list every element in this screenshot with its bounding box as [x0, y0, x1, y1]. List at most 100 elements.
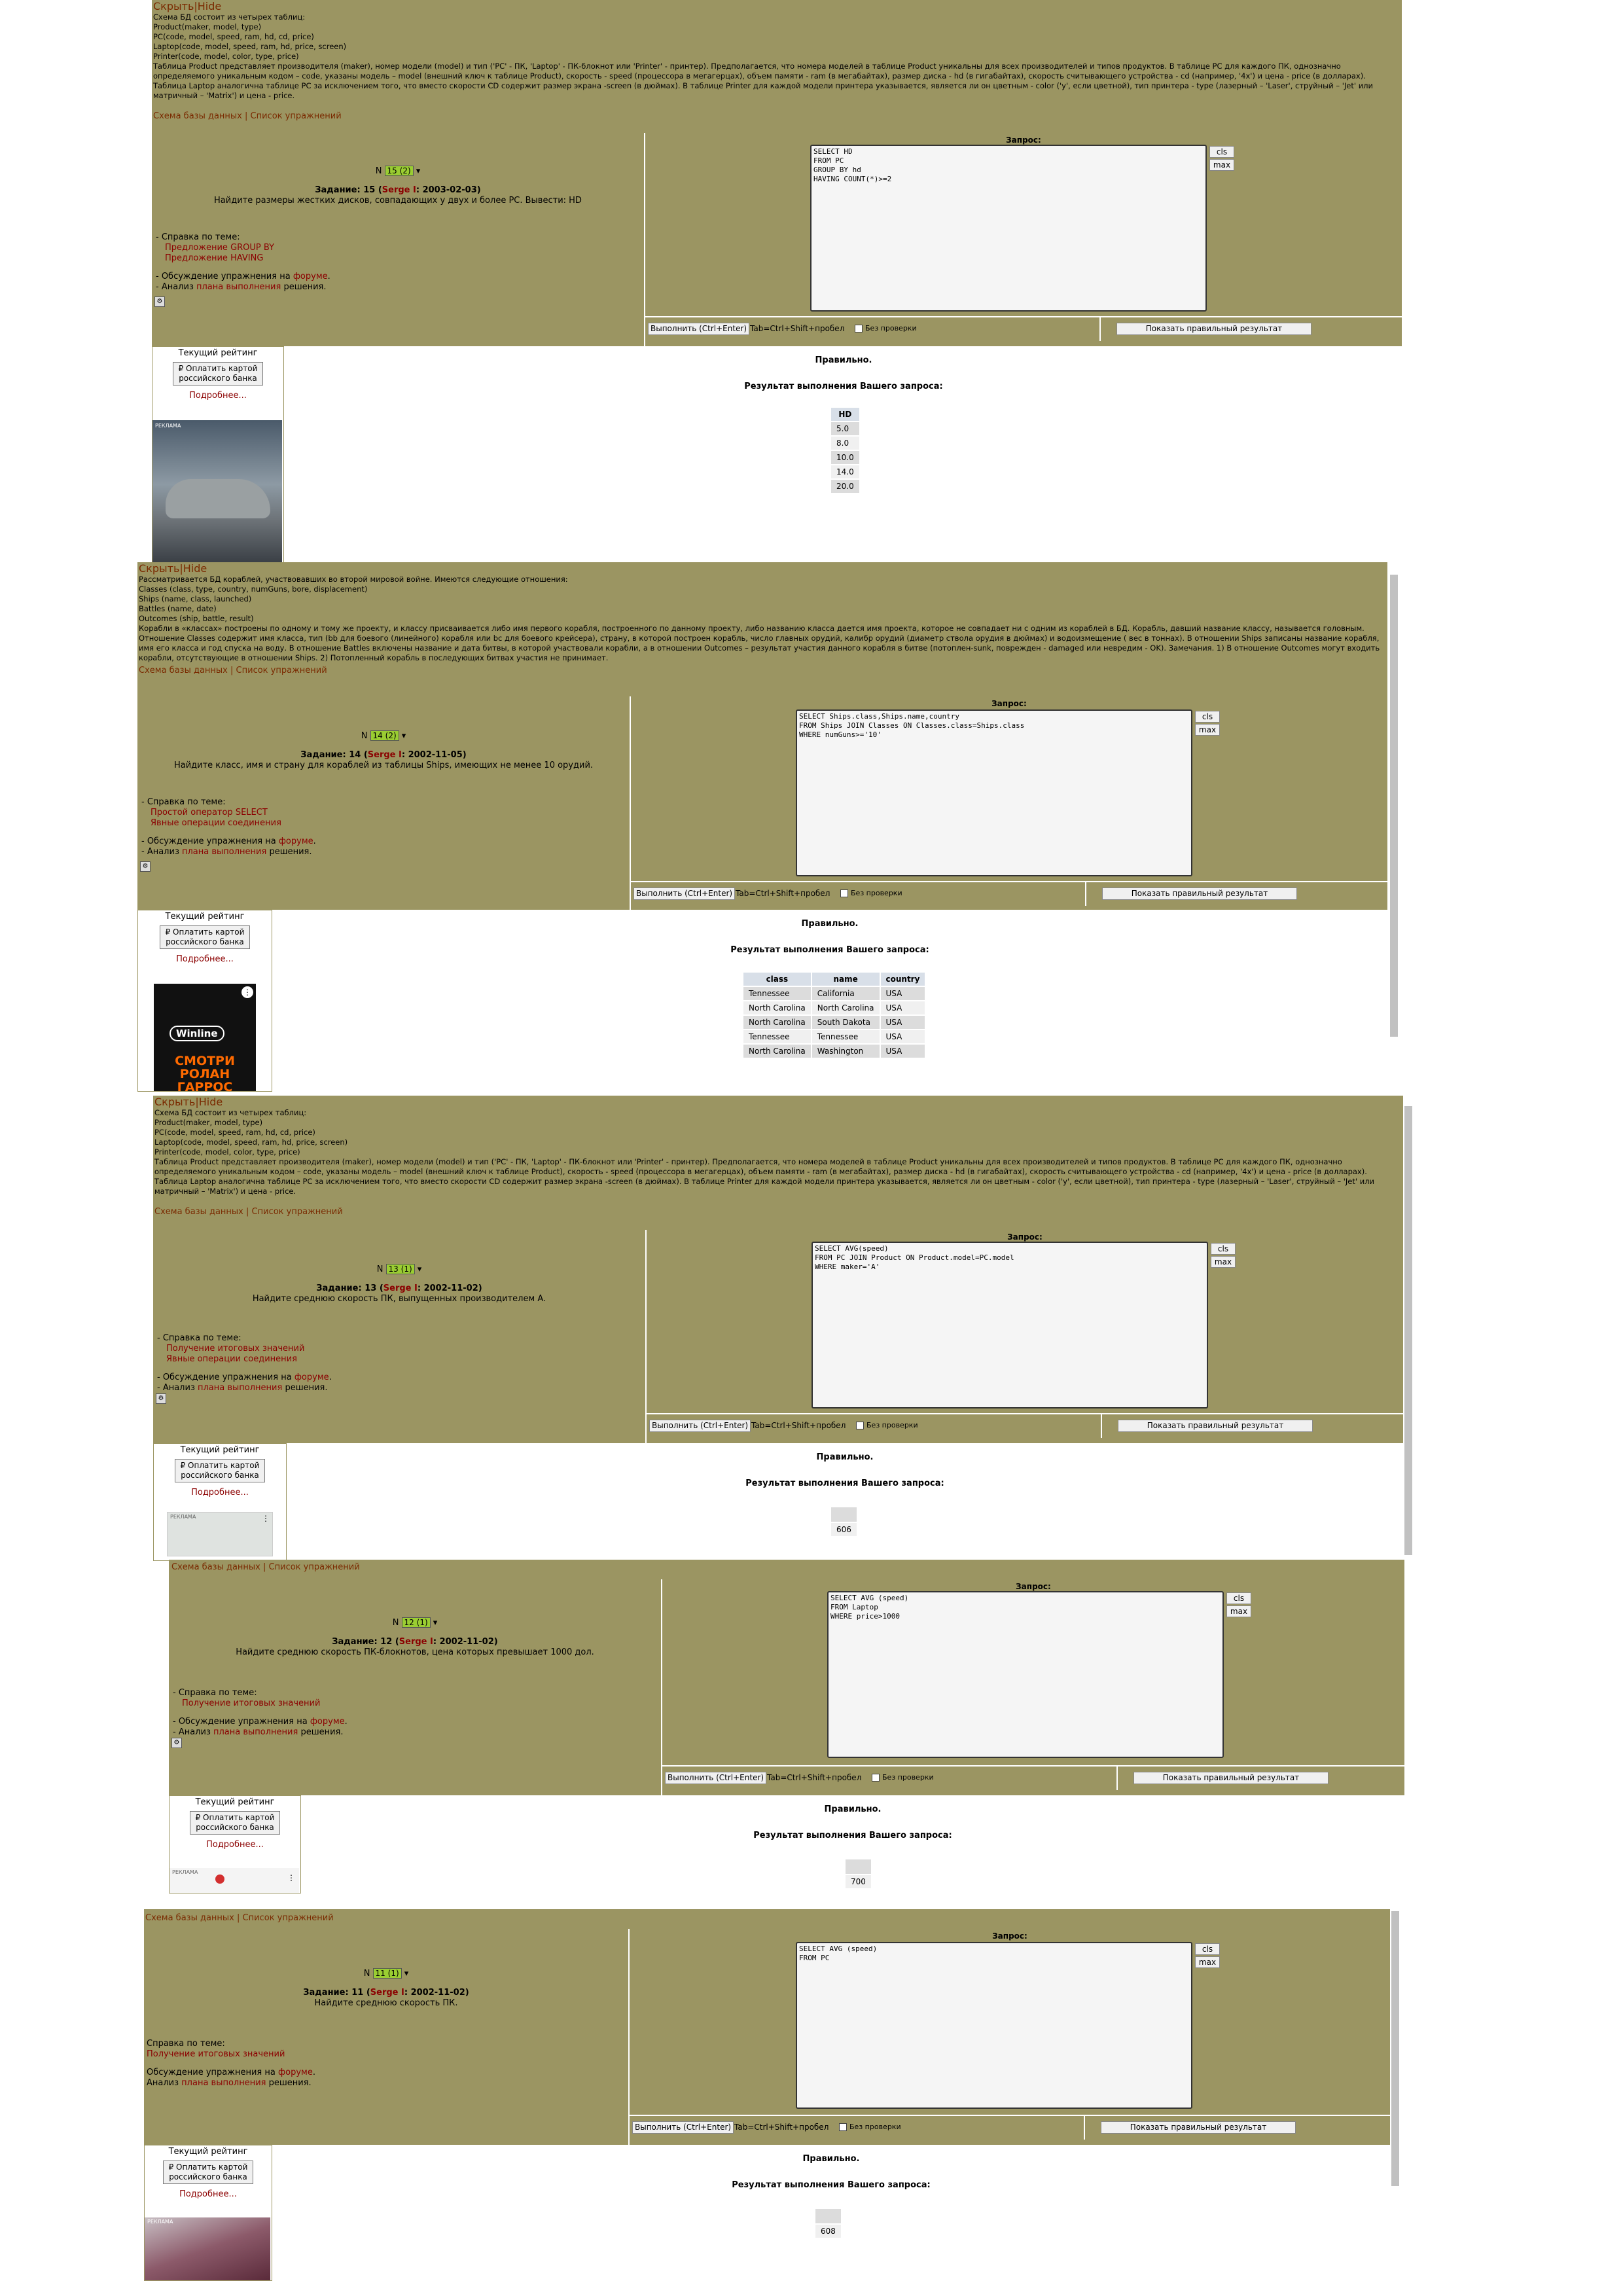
plan-link[interactable]: плана выполнения: [213, 1727, 298, 1737]
more-link[interactable]: Подробнее...: [169, 1840, 300, 1850]
cls-button[interactable]: cls: [1195, 1943, 1220, 1955]
max-button[interactable]: max: [1226, 1605, 1251, 1617]
plan-link[interactable]: плана выполнения: [182, 847, 266, 857]
cls-button[interactable]: cls: [1226, 1592, 1251, 1604]
max-button[interactable]: max: [1195, 1956, 1220, 1968]
max-button[interactable]: max: [1209, 159, 1234, 171]
cls-button[interactable]: cls: [1209, 146, 1234, 158]
more-link[interactable]: Подробнее...: [152, 391, 283, 401]
help-link[interactable]: Получение итоговых значений: [147, 2049, 315, 2060]
show-correct-button[interactable]: Показать правильный результат: [1102, 888, 1297, 900]
help-link[interactable]: Явные операции соединения: [151, 818, 316, 829]
more-link[interactable]: Подробнее...: [154, 1488, 286, 1498]
help-link[interactable]: Предложение HAVING: [165, 253, 330, 264]
exercises-link[interactable]: Список упражнений: [252, 1207, 343, 1217]
plan-link[interactable]: плана выполнения: [196, 282, 281, 292]
no-check-checkbox[interactable]: Без проверки: [839, 2123, 901, 2131]
task-select[interactable]: 14 (2): [370, 730, 399, 741]
run-button[interactable]: Выполнить (Ctrl+Enter): [648, 323, 750, 335]
forum-link[interactable]: форуме: [293, 272, 328, 281]
ad-image[interactable]: РЕКЛАМА: [152, 420, 282, 563]
more-options-icon[interactable]: ⋮: [262, 1514, 270, 1523]
help-link[interactable]: Простой оператор SELECT: [151, 808, 316, 818]
sql-editor[interactable]: SELECT Ships.class,Ships.name,country FR…: [796, 709, 1192, 876]
task-select[interactable]: 11 (1): [372, 1968, 402, 1979]
cls-button[interactable]: cls: [1211, 1243, 1236, 1255]
exercise-grid-13: N 13 (1) ▾ Задание: 13 (Serge I: 2002-11…: [153, 1230, 1403, 1443]
show-correct-button[interactable]: Показать правильный результат: [1116, 323, 1311, 335]
author-link[interactable]: Serge I: [399, 1637, 433, 1647]
more-options-icon[interactable]: ⋮: [287, 1873, 295, 1882]
scrollbar[interactable]: [1404, 1106, 1412, 1555]
run-button[interactable]: Выполнить (Ctrl+Enter): [633, 888, 736, 900]
forum-link[interactable]: форуме: [278, 2068, 313, 2077]
task-select[interactable]: 13 (1): [385, 1264, 415, 1274]
schema-description: Скрыть|Hide Рассматривается БД кораблей,…: [137, 562, 1387, 677]
exercises-link[interactable]: Список упражнений: [269, 1562, 360, 1572]
scrollbar[interactable]: [1391, 1911, 1399, 2186]
settings-icon[interactable]: ⚙: [156, 1393, 166, 1404]
help-link[interactable]: Получение итоговых значений: [166, 1344, 332, 1354]
schema-link[interactable]: Схема базы данных: [139, 666, 228, 675]
show-correct-button[interactable]: Показать правильный результат: [1118, 1420, 1313, 1432]
show-correct-button[interactable]: Показать правильный результат: [1133, 1772, 1329, 1784]
ad-image[interactable]: РЕКЛАМА: [145, 2217, 270, 2280]
author-link[interactable]: Serge I: [368, 750, 402, 760]
schema-line: Printer(code, model, color, type, price): [153, 52, 299, 61]
schema-link[interactable]: Схема базы данных: [145, 1913, 234, 1923]
hide-link[interactable]: Скрыть|Hide: [139, 562, 207, 575]
pay-button[interactable]: ₽ Оплатить картой российского банка: [163, 2161, 253, 2184]
exercises-link[interactable]: Список упражнений: [236, 666, 327, 675]
more-link[interactable]: Подробнее...: [145, 2189, 272, 2199]
pay-button[interactable]: ₽ Оплатить картой российского банка: [175, 1459, 265, 1482]
more-link[interactable]: Подробнее...: [138, 954, 272, 964]
sql-editor[interactable]: SELECT AVG(speed) FROM PC JOIN Product O…: [812, 1242, 1208, 1408]
scrollbar[interactable]: [1390, 575, 1398, 1037]
sql-editor[interactable]: SELECT AVG (speed) FROM Laptop WHERE pri…: [827, 1591, 1224, 1758]
help-link[interactable]: Явные операции соединения: [166, 1354, 332, 1365]
sql-editor[interactable]: SELECT AVG (speed) FROM PC: [796, 1942, 1192, 2109]
plan-link[interactable]: плана выполнения: [181, 2078, 266, 2088]
schema-link[interactable]: Схема базы данных: [153, 111, 242, 121]
help-link[interactable]: Получение итоговых значений: [182, 1698, 348, 1709]
more-options-icon[interactable]: ⋮: [241, 986, 253, 998]
tab-hint: Tab=Ctrl+Shift+пробел: [736, 889, 830, 898]
task-select[interactable]: 15 (2): [384, 166, 414, 176]
forum-link[interactable]: форуме: [310, 1717, 345, 1727]
forum-link[interactable]: форуме: [279, 836, 313, 846]
run-button[interactable]: Выполнить (Ctrl+Enter): [649, 1420, 751, 1432]
show-correct-button[interactable]: Показать правильный результат: [1101, 2121, 1296, 2134]
ad-image[interactable]: РЕКЛАМА ⋮: [169, 1868, 299, 1893]
max-button[interactable]: max: [1211, 1256, 1236, 1268]
no-check-checkbox[interactable]: Без проверки: [855, 324, 917, 332]
pay-button[interactable]: ₽ Оплатить картой российского банка: [160, 925, 250, 949]
schema-link[interactable]: Схема базы данных: [171, 1562, 260, 1572]
schema-link[interactable]: Схема базы данных: [154, 1207, 243, 1217]
task-select[interactable]: 12 (1): [401, 1617, 431, 1628]
max-button[interactable]: max: [1195, 724, 1220, 736]
settings-icon[interactable]: ⚙: [171, 1738, 182, 1748]
author-link[interactable]: Serge I: [382, 185, 416, 195]
hide-link[interactable]: Скрыть|Hide: [153, 0, 221, 12]
no-check-checkbox[interactable]: Без проверки: [856, 1421, 918, 1429]
no-check-checkbox[interactable]: Без проверки: [840, 889, 902, 897]
hide-link[interactable]: Скрыть|Hide: [154, 1096, 223, 1108]
pay-button[interactable]: ₽ Оплатить картой российского банка: [190, 1811, 280, 1835]
pay-button[interactable]: ₽ Оплатить картой российского банка: [173, 362, 263, 386]
cls-button[interactable]: cls: [1195, 711, 1220, 723]
author-link[interactable]: Serge I: [370, 1988, 404, 1998]
ad-image[interactable]: Winline СМОТРИ РОЛАН ГАРРОС ⋮: [154, 984, 256, 1094]
exercises-link[interactable]: Список упражнений: [251, 111, 342, 121]
plan-link[interactable]: плана выполнения: [198, 1383, 282, 1393]
run-button[interactable]: Выполнить (Ctrl+Enter): [632, 2121, 734, 2134]
sql-editor[interactable]: SELECT HD FROM PC GROUP BY hd HAVING COU…: [810, 145, 1207, 312]
run-button[interactable]: Выполнить (Ctrl+Enter): [665, 1772, 767, 1784]
no-check-checkbox[interactable]: Без проверки: [872, 1773, 934, 1782]
help-link[interactable]: Предложение GROUP BY: [165, 243, 330, 253]
exercises-link[interactable]: Список упражнений: [243, 1913, 334, 1923]
author-link[interactable]: Serge I: [383, 1283, 418, 1293]
forum-link[interactable]: форуме: [294, 1372, 329, 1382]
ad-image[interactable]: РЕКЛАМА ⋮: [167, 1512, 273, 1556]
settings-icon[interactable]: ⚙: [154, 296, 165, 307]
settings-icon[interactable]: ⚙: [140, 861, 151, 872]
